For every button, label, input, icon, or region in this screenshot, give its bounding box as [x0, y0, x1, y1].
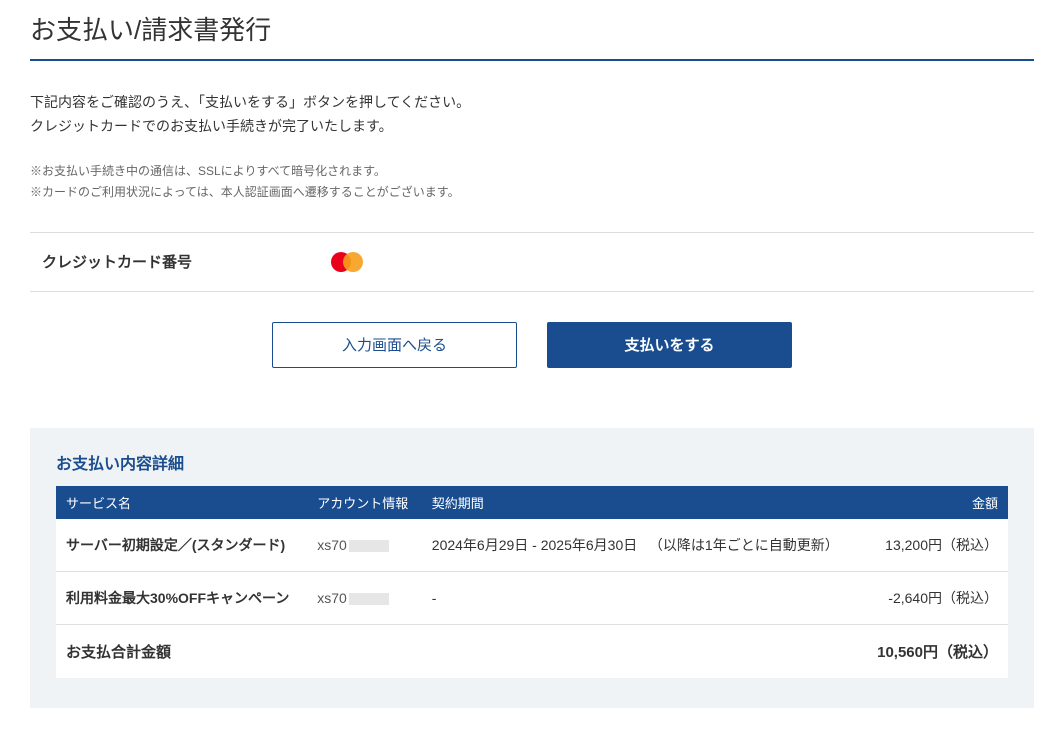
page-title: お支払い/請求書発行	[30, 0, 1034, 61]
account-prefix: xs70	[317, 590, 347, 606]
intro-line1: 下記内容をご確認のうえ、「支払いをする」ボタンを押してください。	[30, 91, 1034, 115]
cell-period: -	[422, 571, 863, 624]
cell-amount: -2,640円（税込）	[863, 571, 1008, 624]
table-row: サーバー初期設定／(スタンダード) xs70 2024年6月29日 - 2025…	[56, 519, 1008, 572]
back-button[interactable]: 入力画面へ戻る	[272, 322, 517, 368]
credit-card-value	[330, 251, 364, 273]
payment-details-panel: お支払い内容詳細 サービス名 アカウント情報 契約期間 金額 サーバー初期設定／…	[30, 428, 1034, 708]
cell-service: 利用料金最大30%OFFキャンペーン	[56, 571, 307, 624]
total-label: お支払合計金額	[56, 624, 863, 678]
payment-details-table: サービス名 アカウント情報 契約期間 金額 サーバー初期設定／(スタンダード) …	[56, 486, 1008, 678]
intro-line2: クレジットカードでのお支払い手続きが完了いたします。	[30, 115, 1034, 139]
th-amount: 金額	[863, 486, 1008, 519]
credit-card-row: クレジットカード番号	[30, 232, 1034, 292]
note-auth: ※カードのご利用状況によっては、本人認証画面へ遷移することがございます。	[30, 182, 1034, 204]
intro-text: 下記内容をご確認のうえ、「支払いをする」ボタンを押してください。 クレジットカー…	[30, 91, 1034, 139]
table-row: 利用料金最大30%OFFキャンペーン xs70 - -2,640円（税込）	[56, 571, 1008, 624]
cell-account: xs70	[307, 571, 422, 624]
period-text: -	[432, 590, 437, 606]
mastercard-icon	[330, 251, 364, 273]
note-ssl: ※お支払い手続き中の通信は、SSLによりすべて暗号化されます。	[30, 161, 1034, 183]
account-masked	[349, 593, 389, 605]
cell-period: 2024年6月29日 - 2025年6月30日 （以降は1年ごとに自動更新）	[422, 519, 863, 572]
notes: ※お支払い手続き中の通信は、SSLによりすべて暗号化されます。 ※カードのご利用…	[30, 161, 1034, 204]
renew-text: （以降は1年ごとに自動更新）	[649, 537, 839, 553]
pay-button[interactable]: 支払いをする	[547, 322, 792, 368]
cell-account: xs70	[307, 519, 422, 572]
cell-service: サーバー初期設定／(スタンダード)	[56, 519, 307, 572]
account-masked	[349, 540, 389, 552]
table-header-row: サービス名 アカウント情報 契約期間 金額	[56, 486, 1008, 519]
th-period: 契約期間	[422, 486, 863, 519]
period-text: 2024年6月29日 - 2025年6月30日	[432, 537, 637, 553]
payment-details-title: お支払い内容詳細	[56, 450, 1008, 474]
account-prefix: xs70	[317, 537, 347, 553]
credit-card-label: クレジットカード番号	[30, 251, 330, 272]
cell-amount: 13,200円（税込）	[863, 519, 1008, 572]
th-service: サービス名	[56, 486, 307, 519]
button-row: 入力画面へ戻る 支払いをする	[30, 322, 1034, 368]
total-amount: 10,560円（税込）	[863, 624, 1008, 678]
table-total-row: お支払合計金額 10,560円（税込）	[56, 624, 1008, 678]
th-account: アカウント情報	[307, 486, 422, 519]
